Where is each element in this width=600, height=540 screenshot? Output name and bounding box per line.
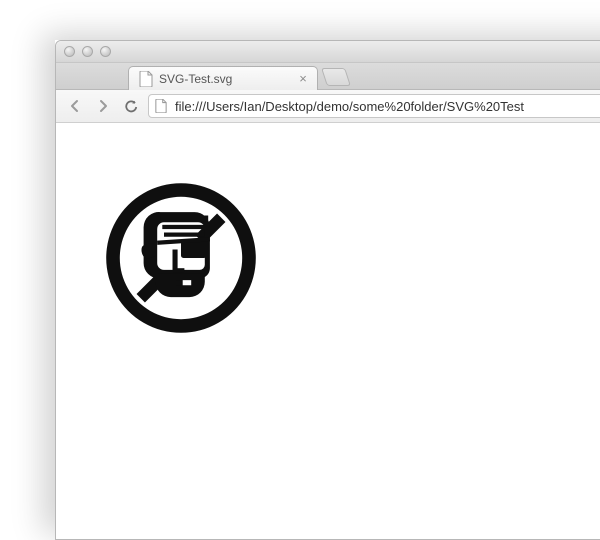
window-titlebar [56,41,600,63]
file-icon [155,99,167,113]
file-icon [138,71,154,87]
browser-window: SVG-Test.svg × [55,40,600,540]
page-content [56,123,600,539]
back-button[interactable] [64,95,86,117]
tab-active[interactable]: SVG-Test.svg × [128,66,318,90]
zoom-window-button[interactable] [100,46,111,57]
forward-button[interactable] [92,95,114,117]
no-piracy-icon [96,173,266,343]
minimize-window-button[interactable] [82,46,93,57]
reload-button[interactable] [120,95,142,117]
tab-strip: SVG-Test.svg × [56,63,600,90]
close-window-button[interactable] [64,46,75,57]
toolbar [56,90,600,123]
tab-title: SVG-Test.svg [159,72,232,86]
url-input[interactable] [173,98,600,115]
address-bar[interactable] [148,94,600,118]
window-controls [64,46,111,57]
new-tab-button[interactable] [321,68,351,86]
close-tab-button[interactable]: × [297,72,309,84]
